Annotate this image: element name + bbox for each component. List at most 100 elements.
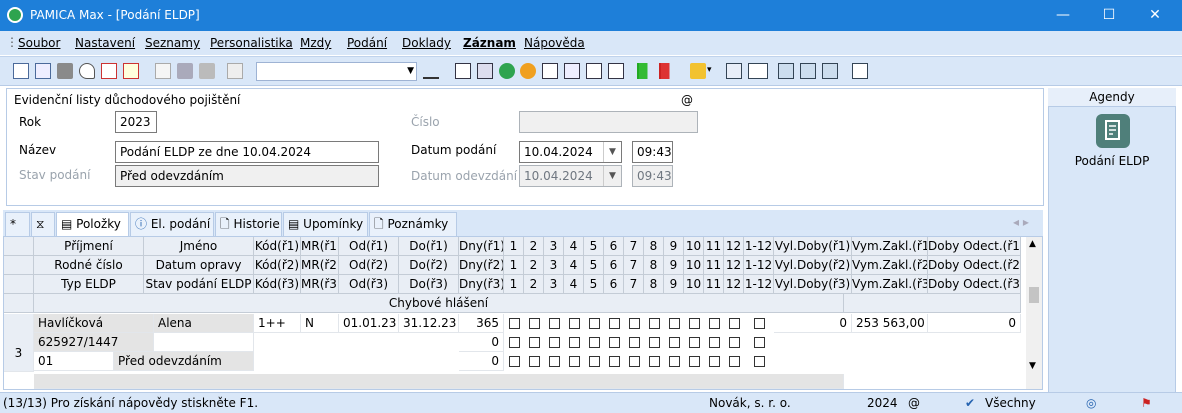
green-flag-icon[interactable] xyxy=(637,63,653,79)
month-checkbox[interactable] xyxy=(569,356,580,367)
ok-circle-icon[interactable]: ◎ xyxy=(1086,396,1096,410)
tab-polozky[interactable]: ▤ Položky xyxy=(56,212,129,236)
month-checkbox[interactable] xyxy=(689,318,700,329)
month-checkbox[interactable] xyxy=(549,318,560,329)
vertical-scrollbar[interactable]: ▲ ▼ xyxy=(1026,237,1042,389)
cell-rodne-cislo[interactable]: 625927/1447 xyxy=(34,333,154,352)
window-split-icon[interactable] xyxy=(800,63,816,79)
month-checkbox[interactable] xyxy=(589,356,600,367)
red-flag-icon[interactable] xyxy=(659,63,675,79)
calendar-icon[interactable] xyxy=(542,63,558,79)
save-all-icon[interactable] xyxy=(199,63,215,79)
month-checkbox[interactable] xyxy=(729,318,740,329)
month-checkbox[interactable] xyxy=(754,318,765,329)
month-checkbox[interactable] xyxy=(549,356,560,367)
month-checkbox[interactable] xyxy=(629,337,640,348)
month-checkbox[interactable] xyxy=(689,337,700,348)
window-icon[interactable] xyxy=(822,63,838,79)
green-person-icon[interactable] xyxy=(499,63,515,79)
tab-new[interactable]: * xyxy=(5,212,30,236)
month-checkbox[interactable] xyxy=(629,356,640,367)
month-checkbox[interactable] xyxy=(549,337,560,348)
month-checkbox[interactable] xyxy=(729,337,740,348)
calendar-check-icon[interactable] xyxy=(564,63,580,79)
podani-eldp-icon[interactable] xyxy=(1096,114,1130,148)
agenda-item-podani-eldp[interactable]: Podání ELDP xyxy=(1048,154,1176,168)
month-checkbox[interactable] xyxy=(709,356,720,367)
maximize-button[interactable]: ☐ xyxy=(1086,0,1132,31)
tab-poznamky[interactable]: 🗋 Poznámky xyxy=(369,212,457,236)
cell-datum-opravy[interactable] xyxy=(154,333,254,352)
month-checkbox[interactable] xyxy=(669,337,680,348)
month-checkbox[interactable] xyxy=(649,318,660,329)
calculator-icon[interactable] xyxy=(726,63,742,79)
cell-typ-eldp[interactable]: 01 xyxy=(34,352,114,371)
month-checkbox[interactable] xyxy=(529,318,540,329)
filter-icon[interactable] xyxy=(423,63,439,79)
month-checkbox[interactable] xyxy=(509,337,520,348)
pdf-email-icon[interactable] xyxy=(123,63,139,79)
help-icon[interactable] xyxy=(852,63,868,79)
nazev-input[interactable]: Podání ELDP ze dne 10.04.2024 xyxy=(115,141,379,163)
month-checkbox[interactable] xyxy=(709,318,720,329)
menu-podani[interactable]: Podání xyxy=(347,36,387,50)
folder-dropdown-icon[interactable]: ▾ xyxy=(707,65,717,81)
month-checkbox[interactable] xyxy=(589,337,600,348)
cell-vym[interactable]: 253 563,00 xyxy=(852,314,928,333)
document-icon[interactable] xyxy=(155,63,171,79)
tab-upominky[interactable]: ▤ Upomínky xyxy=(283,212,368,236)
month-checkbox[interactable] xyxy=(609,318,620,329)
month-checkbox[interactable] xyxy=(689,356,700,367)
person-card-icon[interactable] xyxy=(477,63,493,79)
month-checkbox[interactable] xyxy=(649,356,660,367)
cell-vyl[interactable]: 0 xyxy=(774,314,852,333)
menu-nastaveni[interactable]: Nastavení xyxy=(75,36,135,50)
cell-mr[interactable]: N xyxy=(301,314,339,333)
paste-icon[interactable] xyxy=(227,63,243,79)
m2-icon[interactable] xyxy=(586,63,602,79)
menu-mzdy[interactable]: Mzdy xyxy=(300,36,331,50)
month-checkbox[interactable] xyxy=(529,337,540,348)
month-checkbox[interactable] xyxy=(569,337,580,348)
chevron-down-icon[interactable]: ▼ xyxy=(603,142,621,162)
tab-filter[interactable]: ⧖ xyxy=(31,212,55,236)
tab-historie[interactable]: 🗋 Historie xyxy=(215,212,282,236)
menu-zaznam[interactable]: Záznam xyxy=(463,36,516,50)
menu-doklady[interactable]: Doklady xyxy=(402,36,451,50)
cell-odect[interactable]: 0 xyxy=(928,314,1021,333)
menu-napoveda[interactable]: Nápověda xyxy=(524,36,585,50)
pdf-icon[interactable] xyxy=(101,63,117,79)
month-checkbox[interactable] xyxy=(629,318,640,329)
month-checkbox[interactable] xyxy=(509,356,520,367)
month-checkbox[interactable] xyxy=(729,356,740,367)
month-checkbox[interactable] xyxy=(589,318,600,329)
cell-kod[interactable]: 1++ xyxy=(254,314,301,333)
datum-podani-input[interactable]: 10.04.2024 ▼ xyxy=(519,141,622,163)
new-record-icon[interactable] xyxy=(13,63,29,79)
iban-icon[interactable] xyxy=(748,63,768,79)
month-checkbox[interactable] xyxy=(649,337,660,348)
cell-do[interactable]: 31.12.23 xyxy=(399,314,459,333)
save-icon[interactable] xyxy=(177,63,193,79)
rok-input[interactable]: 2023 xyxy=(115,111,157,133)
scroll-up-icon[interactable]: ▲ xyxy=(1029,239,1036,249)
scroll-down-icon[interactable]: ▼ xyxy=(1029,361,1036,371)
tab-scroll-arrows[interactable]: ◂ ▸ xyxy=(1013,215,1029,229)
orange-person-icon[interactable] xyxy=(520,63,536,79)
window-download-icon[interactable] xyxy=(778,63,794,79)
print-preview-icon[interactable] xyxy=(79,63,95,79)
cell-prijmeni[interactable]: Havlíčková xyxy=(34,314,154,333)
month-checkbox[interactable] xyxy=(509,318,520,329)
cell-dny[interactable]: 0 xyxy=(459,352,504,371)
copy-record-icon[interactable] xyxy=(35,63,51,79)
minimize-button[interactable]: — xyxy=(1040,0,1086,31)
print-icon[interactable] xyxy=(57,63,73,79)
m-icon[interactable] xyxy=(455,63,471,79)
toolbar-combo[interactable]: ▼ xyxy=(256,62,417,81)
scroll-thumb[interactable] xyxy=(1029,287,1039,303)
month-checkbox[interactable] xyxy=(529,356,540,367)
cell-dny[interactable]: 0 xyxy=(459,333,504,352)
menu-seznamy[interactable]: Seznamy xyxy=(145,36,200,50)
menu-soubor[interactable]: Soubor xyxy=(18,36,60,50)
close-button[interactable]: ✕ xyxy=(1132,0,1178,31)
